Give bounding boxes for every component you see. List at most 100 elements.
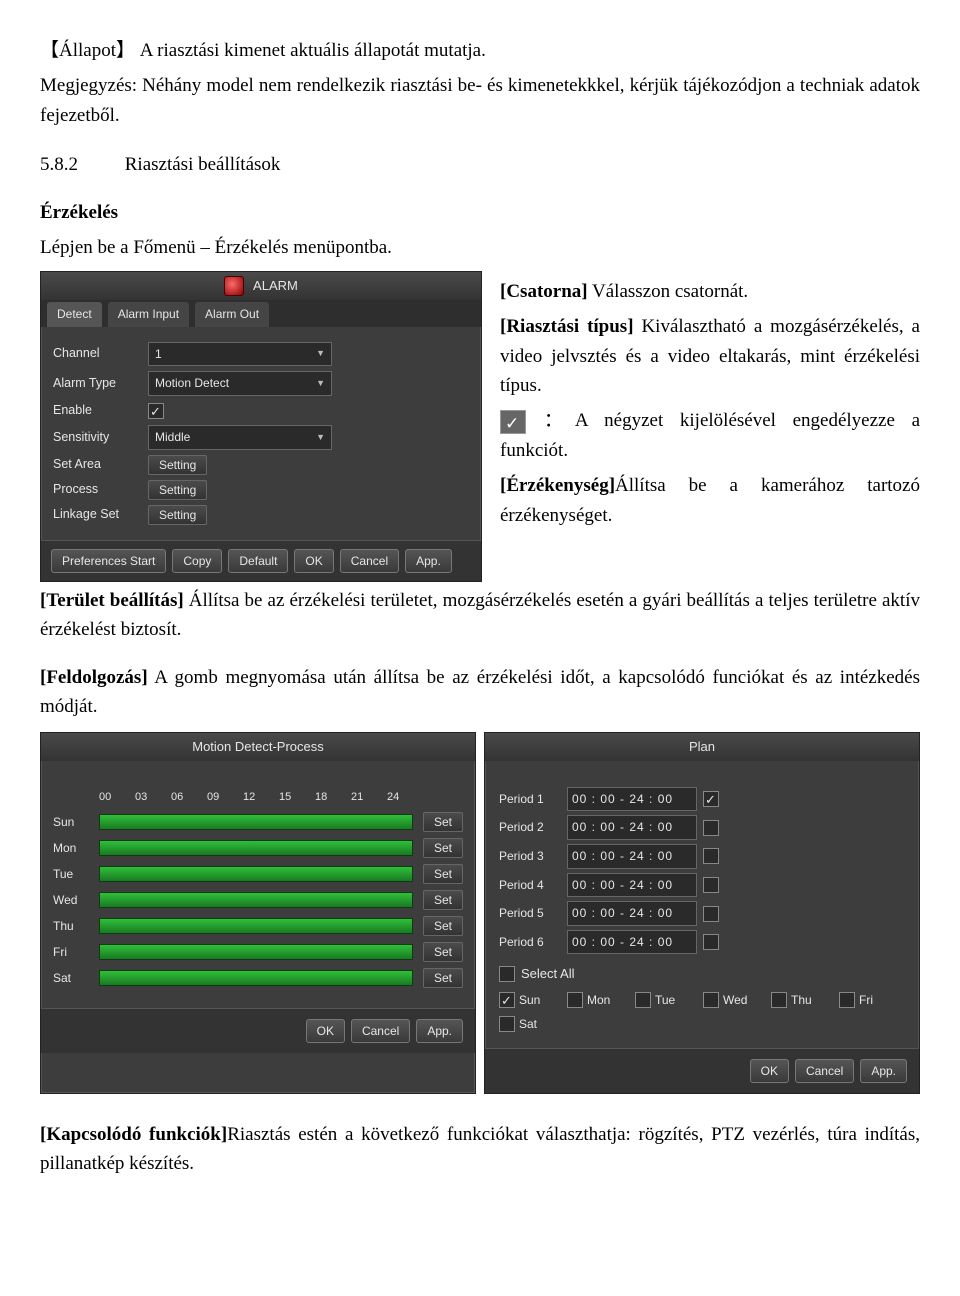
set-button[interactable]: Set (423, 838, 463, 858)
day-checkbox[interactable] (703, 992, 719, 1008)
alarm-title-text: ALARM (253, 278, 298, 293)
ok-button[interactable]: OK (294, 549, 333, 573)
sensitivity-desc: [Érzékenység]Állítsa be a kamerához tart… (500, 471, 920, 530)
channel-desc-text: Válasszon csatornát. (588, 281, 749, 302)
plan-day-item: Tue (635, 991, 697, 1010)
day-label: Sun (53, 813, 99, 832)
hour-label: 06 (171, 789, 207, 806)
linkage-desc-label: [Kapcsolódó funkciók] (40, 1124, 227, 1145)
mdp-cancel-button[interactable]: Cancel (351, 1019, 410, 1043)
period-label: Period 1 (499, 790, 561, 809)
schedule-bar[interactable] (99, 866, 413, 882)
alarm-title: ALARM (41, 272, 481, 301)
period-time-field[interactable]: 00 : 00 - 24 : 00 (567, 930, 697, 955)
day-checkbox[interactable] (839, 992, 855, 1008)
schedule-row: SatSet (53, 968, 463, 988)
plan-app-button[interactable]: App. (860, 1059, 907, 1083)
schedule-bar[interactable] (99, 814, 413, 830)
sense-instruction: Lépjen be a Főmenü – Érzékelés menüpontb… (40, 233, 920, 262)
label-process: Process (53, 480, 148, 499)
plan-day-item: Wed (703, 991, 765, 1010)
default-button[interactable]: Default (228, 549, 288, 573)
schedule-bar[interactable] (99, 918, 413, 934)
set-area-button[interactable]: Setting (148, 455, 207, 475)
label-set-area: Set Area (53, 455, 148, 474)
alarm-panel: ALARM Detect Alarm Input Alarm Out Chann… (40, 271, 482, 582)
period-checkbox[interactable] (703, 791, 719, 807)
label-alarm-type: Alarm Type (53, 374, 148, 393)
mdp-app-button[interactable]: App. (416, 1019, 463, 1043)
linkage-button[interactable]: Setting (148, 505, 207, 525)
app-button[interactable]: App. (405, 549, 452, 573)
day-checkbox[interactable] (771, 992, 787, 1008)
chevron-down-icon: ▼ (316, 347, 325, 361)
schedule-row: FriSet (53, 942, 463, 962)
tab-alarm-input[interactable]: Alarm Input (108, 302, 189, 327)
day-checkbox[interactable] (499, 992, 515, 1008)
day-name: Fri (859, 991, 873, 1010)
section-heading: 5.8.2 Riasztási beállítások (40, 150, 920, 179)
plan-day-item: Sat (499, 1015, 561, 1034)
period-row: Period 500 : 00 - 24 : 00 (499, 901, 905, 926)
period-time-field[interactable]: 00 : 00 - 24 : 00 (567, 873, 697, 898)
label-channel: Channel (53, 344, 148, 363)
period-time-field[interactable]: 00 : 00 - 24 : 00 (567, 787, 697, 812)
set-button[interactable]: Set (423, 968, 463, 988)
cancel-button[interactable]: Cancel (340, 549, 399, 573)
period-label: Period 3 (499, 847, 561, 866)
period-checkbox[interactable] (703, 877, 719, 893)
enable-checkbox[interactable] (148, 403, 164, 419)
select-all-checkbox[interactable] (499, 966, 515, 982)
preferences-start-button[interactable]: Preferences Start (51, 549, 166, 573)
process-desc-label: [Feldolgozás] (40, 667, 148, 688)
day-name: Wed (723, 991, 747, 1010)
set-button[interactable]: Set (423, 916, 463, 936)
tab-alarm-out[interactable]: Alarm Out (195, 302, 269, 327)
schedule-bar[interactable] (99, 970, 413, 986)
plan-day-item: Fri (839, 991, 901, 1010)
day-checkbox[interactable] (635, 992, 651, 1008)
period-checkbox[interactable] (703, 934, 719, 950)
mdp-ok-button[interactable]: OK (306, 1019, 345, 1043)
alarm-bell-icon (224, 276, 244, 296)
day-label: Thu (53, 917, 99, 936)
period-checkbox[interactable] (703, 848, 719, 864)
schedule-bar[interactable] (99, 944, 413, 960)
day-name: Mon (587, 991, 610, 1010)
plan-panel: Plan Period 100 : 00 - 24 : 00Period 200… (484, 732, 920, 1094)
schedule-bar[interactable] (99, 892, 413, 908)
period-checkbox[interactable] (703, 906, 719, 922)
plan-ok-button[interactable]: OK (750, 1059, 789, 1083)
tab-detect[interactable]: Detect (47, 302, 102, 327)
set-button[interactable]: Set (423, 812, 463, 832)
period-time-field[interactable]: 00 : 00 - 24 : 00 (567, 815, 697, 840)
section-number: 5.8.2 (40, 150, 120, 179)
period-time-field[interactable]: 00 : 00 - 24 : 00 (567, 844, 697, 869)
copy-button[interactable]: Copy (172, 549, 222, 573)
set-button[interactable]: Set (423, 864, 463, 884)
channel-desc: [Csatorna] Válasszon csatornát. (500, 277, 920, 306)
schedule-row: Thu Set (53, 916, 463, 936)
day-label: Mon (53, 839, 99, 858)
sensitivity-select[interactable]: Middle ▼ (148, 425, 332, 450)
alarm-type-select[interactable]: Motion Detect ▼ (148, 371, 332, 396)
plan-cancel-button[interactable]: Cancel (795, 1059, 854, 1083)
schedule-bar[interactable] (99, 840, 413, 856)
day-checkbox[interactable] (499, 1016, 515, 1032)
process-button[interactable]: Setting (148, 480, 207, 500)
channel-select[interactable]: 1 ▼ (148, 342, 332, 367)
label-sensitivity: Sensitivity (53, 428, 148, 447)
hour-label: 24 (387, 789, 423, 806)
period-checkbox[interactable] (703, 820, 719, 836)
chevron-down-icon: ▼ (316, 377, 325, 391)
set-button[interactable]: Set (423, 942, 463, 962)
schedule-row: Mon Set (53, 838, 463, 858)
day-checkbox[interactable] (567, 992, 583, 1008)
sense-heading-text: Érzékelés (40, 202, 118, 223)
label-linkage: Linkage Set (53, 505, 148, 524)
day-name: Thu (791, 991, 812, 1010)
plan-day-item: Sun (499, 991, 561, 1010)
set-button[interactable]: Set (423, 890, 463, 910)
process-desc-text: A gomb megnyomása után állítsa be az érz… (40, 667, 920, 717)
period-time-field[interactable]: 00 : 00 - 24 : 00 (567, 901, 697, 926)
